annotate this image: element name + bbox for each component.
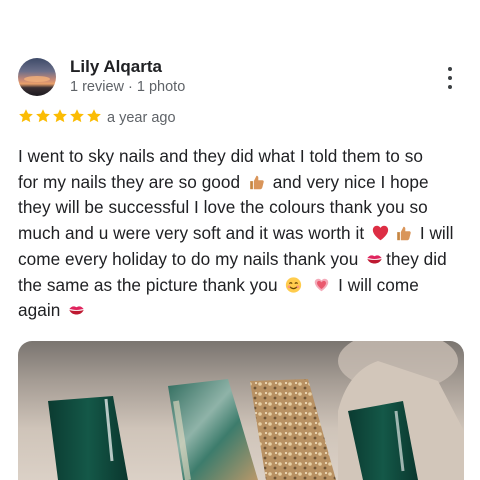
avatar[interactable] — [18, 58, 56, 96]
red-heart-icon — [372, 225, 389, 241]
review-text-segment: I will — [419, 223, 454, 244]
review-text-segment: they will be successful I love the colou… — [18, 197, 428, 218]
review-text-segment: come every holiday to do my nails thank … — [18, 248, 359, 269]
star-icon — [19, 109, 33, 123]
kiss-mark-icon — [69, 306, 84, 315]
thumbs-up-icon — [250, 175, 264, 189]
star-icon — [53, 109, 67, 123]
review-photo[interactable] — [18, 341, 464, 480]
star-icon — [87, 109, 101, 123]
thumbs-up-icon — [397, 226, 411, 241]
reviewer-meta: 1 review · 1 photo — [70, 79, 186, 95]
rating-row: a year ago — [18, 108, 318, 130]
review-text-segment: again — [18, 300, 61, 321]
review-text-segment: I went to sky nails and they did what I … — [18, 146, 423, 166]
star-rating — [18, 108, 102, 124]
nail-art-photo — [48, 341, 464, 480]
review-header: Lily Alqarta 1 review · 1 photo — [18, 56, 462, 100]
kiss-mark-icon — [367, 255, 382, 264]
review-text-segment: for my nails they are so good — [18, 171, 241, 192]
more-options-icon[interactable] — [438, 66, 462, 90]
reviewer-name[interactable]: Lily Alqarta — [70, 57, 162, 77]
star-icon — [36, 109, 50, 123]
review-text-segment: much and u were very soft and it was wor… — [18, 223, 365, 244]
star-icon — [70, 109, 84, 123]
review-text-segment: the same as the picture thank you — [18, 274, 278, 295]
smiling-face-icon — [286, 276, 302, 293]
review-text-segment: and very nice I hope — [272, 171, 429, 192]
review-date: a year ago — [107, 110, 176, 126]
review-card: Lily Alqarta 1 review · 1 photo a year a… — [0, 0, 480, 480]
sparkling-heart-icon — [315, 278, 329, 291]
review-text: I went to sky nails and they did what I … — [18, 144, 464, 324]
review-text-segment: they did — [386, 248, 447, 269]
review-text-segment: I will come — [338, 274, 419, 295]
